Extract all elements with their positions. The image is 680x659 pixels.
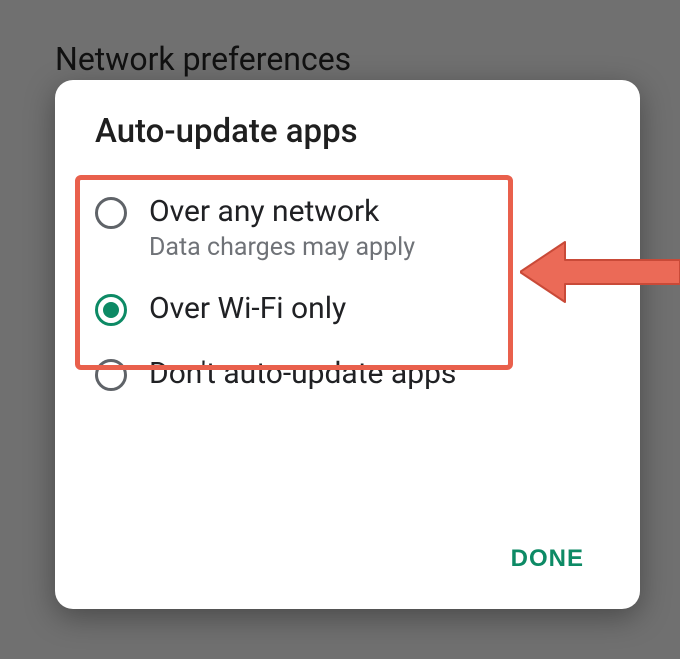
radio-unchecked-icon <box>95 359 127 391</box>
option-text: Don't auto-update apps <box>149 355 456 393</box>
option-over-any-network[interactable]: Over any network Data charges may apply <box>65 179 630 276</box>
option-label: Over any network <box>149 193 415 231</box>
option-text: Over Wi-Fi only <box>149 290 346 328</box>
background-screen-title: Network preferences <box>55 40 351 78</box>
auto-update-dialog: Auto-update apps Over any network Data c… <box>55 80 640 609</box>
radio-checked-icon <box>95 294 127 326</box>
dialog-actions: DONE <box>495 535 600 583</box>
option-label: Over Wi-Fi only <box>149 290 346 328</box>
dialog-title: Auto-update apps <box>55 112 640 179</box>
radio-option-list: Over any network Data charges may apply … <box>55 179 640 407</box>
done-button[interactable]: DONE <box>495 535 600 583</box>
option-subtext: Data charges may apply <box>149 233 415 262</box>
option-text: Over any network Data charges may apply <box>149 193 415 262</box>
screenshot-frame: Network preferences Auto-update apps Ove… <box>0 0 680 659</box>
option-label: Don't auto-update apps <box>149 355 456 393</box>
option-over-wifi-only[interactable]: Over Wi-Fi only <box>65 276 630 342</box>
option-dont-auto-update[interactable]: Don't auto-update apps <box>65 341 630 407</box>
radio-unchecked-icon <box>95 197 127 229</box>
